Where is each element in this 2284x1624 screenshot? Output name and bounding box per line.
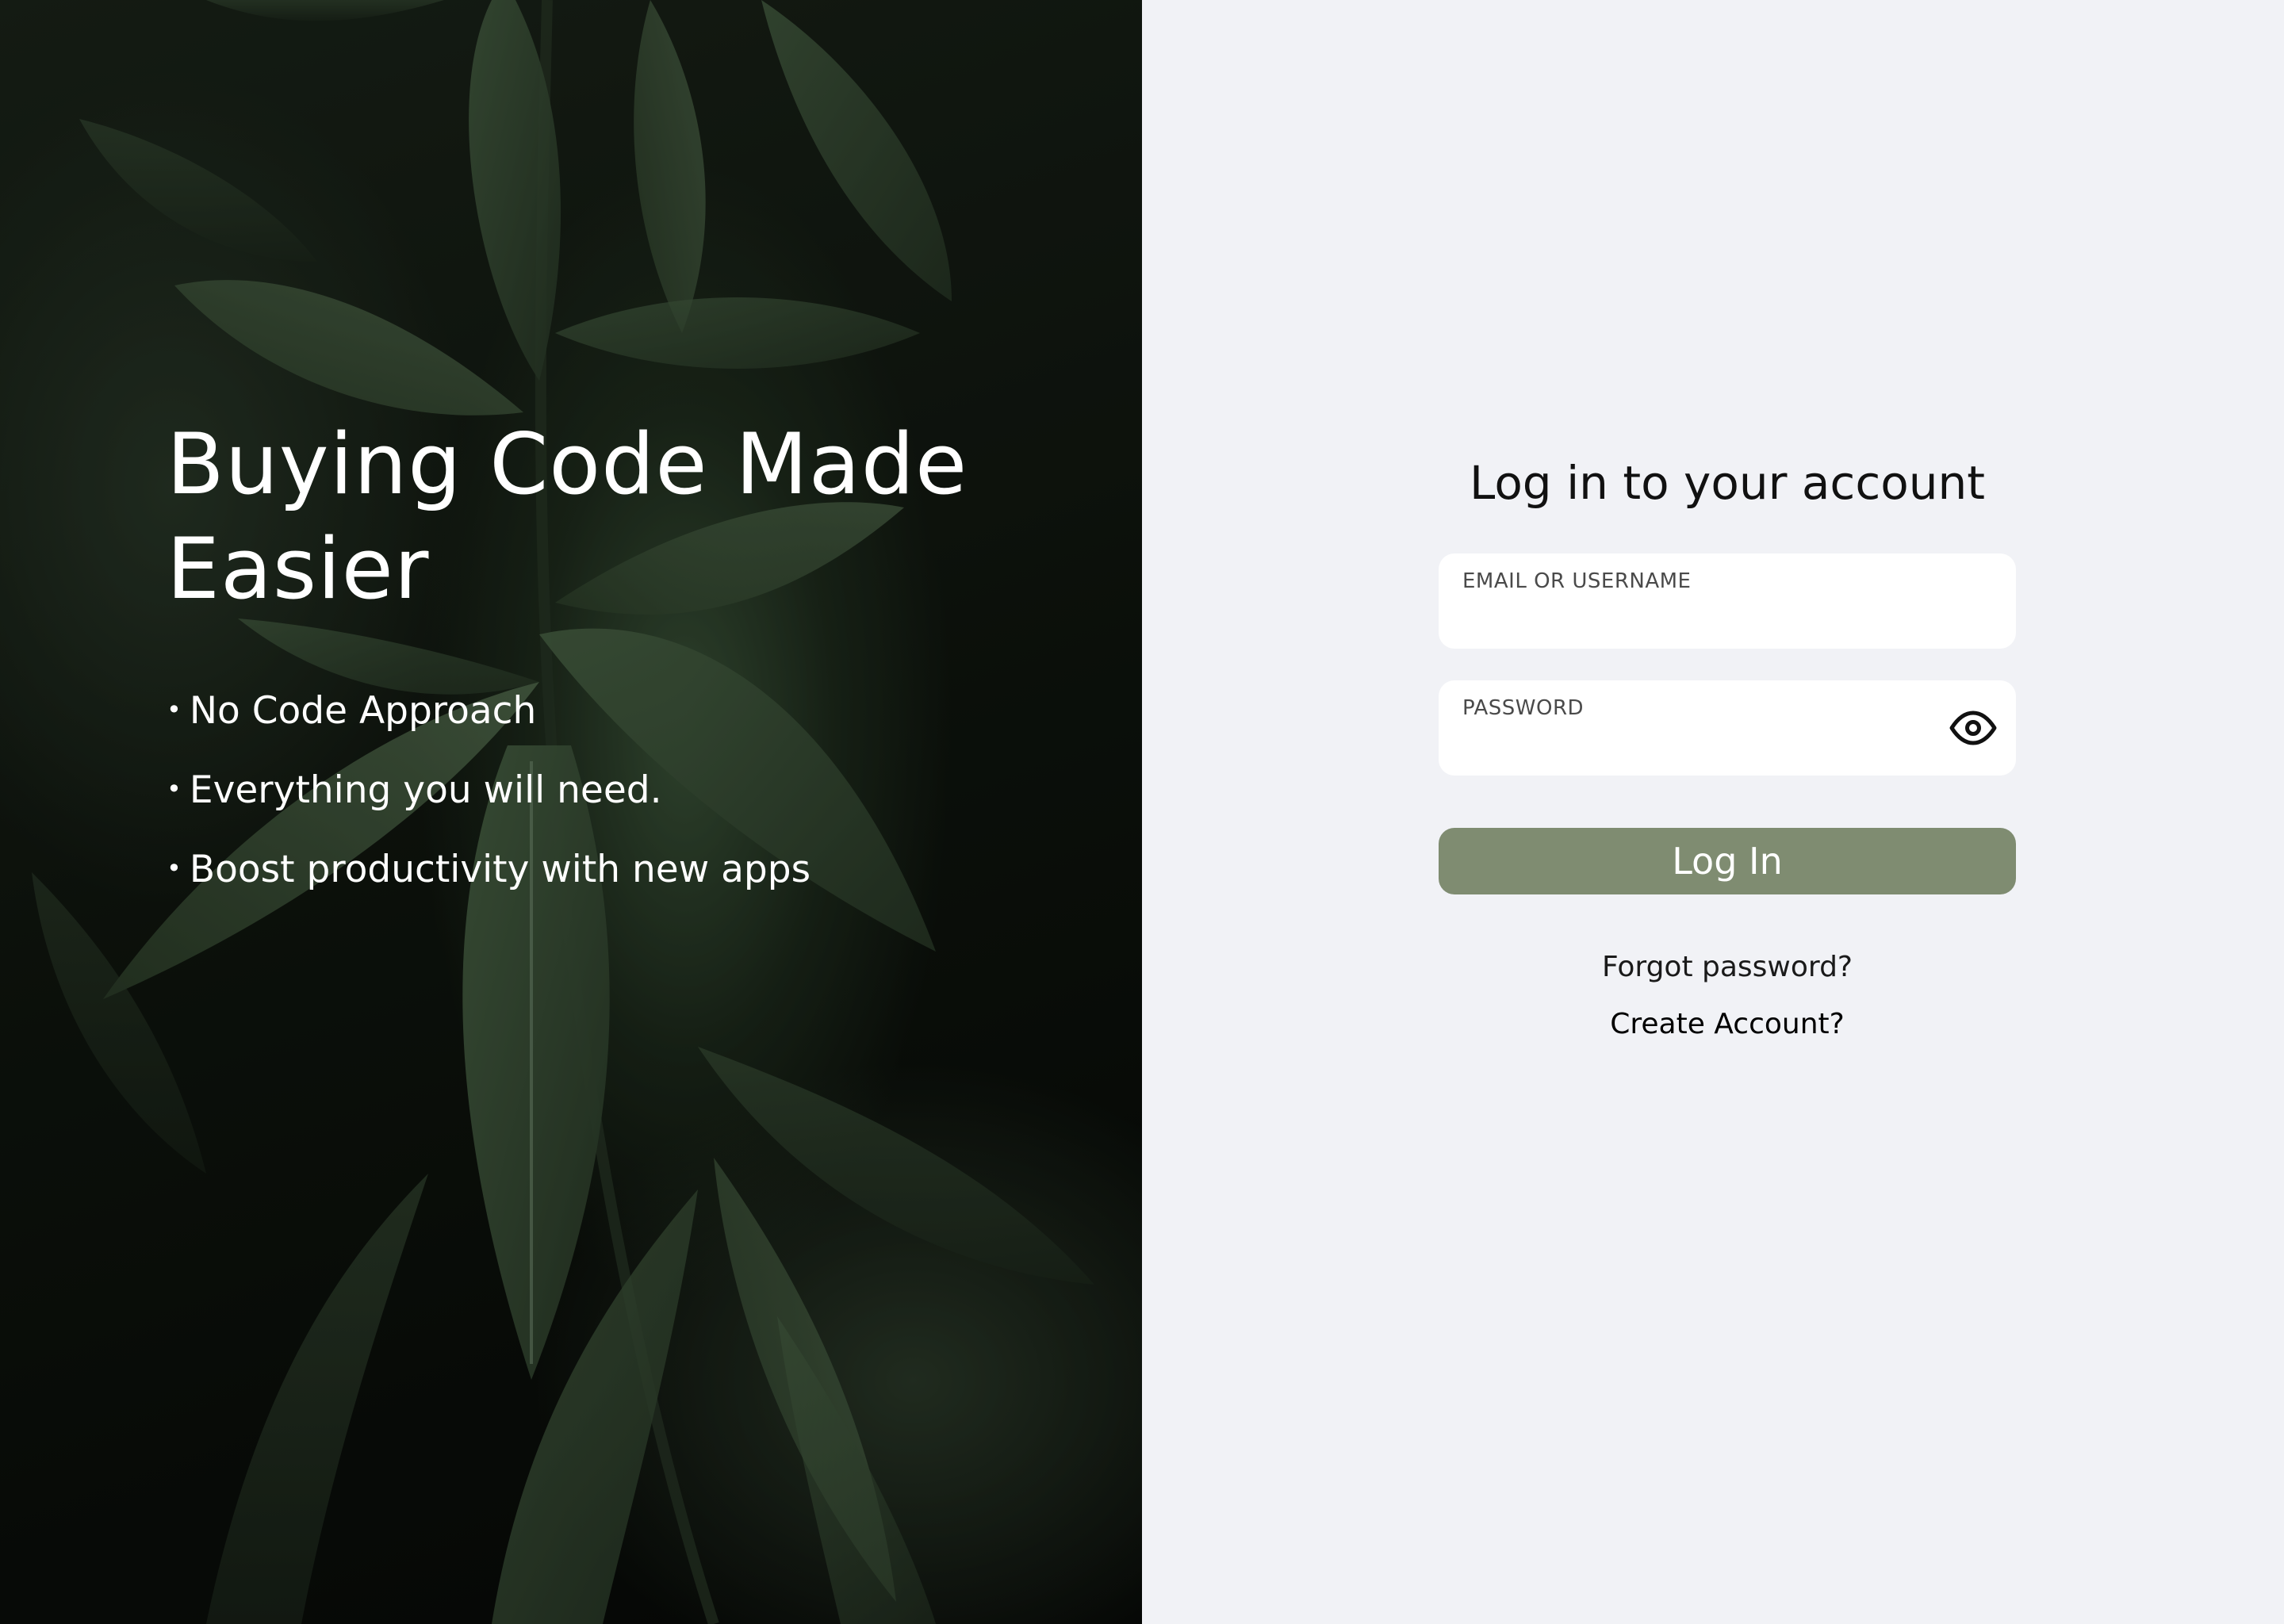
bullet-icon: • — [167, 695, 182, 725]
feature-item: • Boost productivity with new apps — [167, 845, 1007, 893]
create-account-link[interactable]: Create Account? — [1439, 1007, 2016, 1042]
forgot-password-link[interactable]: Forgot password? — [1439, 950, 2016, 985]
login-form: Log in to your account EMAIL OR USERNAME… — [1439, 444, 2016, 1042]
login-button[interactable]: Log In — [1439, 828, 2016, 894]
hero-title-line-1: Buying Code Made — [167, 416, 968, 513]
email-input[interactable] — [1461, 598, 1940, 638]
hero-title-line-2: Easier — [167, 520, 430, 618]
bullet-icon: • — [167, 853, 182, 883]
eye-icon[interactable] — [1948, 704, 1998, 752]
bullet-icon: • — [167, 774, 182, 804]
login-panel: Log in to your account EMAIL OR USERNAME… — [1142, 0, 2284, 1624]
feature-item: • Everything you will need. — [167, 766, 1007, 814]
password-field-label: PASSWORD — [1462, 696, 1585, 720]
auth-links: Forgot password? Create Account? — [1439, 950, 2016, 1042]
login-page: Buying Code Made Easier • No Code Approac… — [0, 0, 2284, 1624]
login-title: Log in to your account — [1470, 456, 1985, 510]
feature-item: • No Code Approach — [167, 687, 1007, 734]
hero-content: Buying Code Made Easier • No Code Approac… — [167, 412, 1007, 925]
email-field[interactable]: EMAIL OR USERNAME — [1439, 553, 2016, 649]
password-field[interactable]: PASSWORD — [1439, 680, 2016, 776]
feature-list: • No Code Approach • Everything you will n… — [167, 687, 1007, 893]
feature-text: Everything you will need. — [189, 768, 662, 812]
feature-text: Boost productivity with new apps — [189, 848, 811, 891]
password-input[interactable] — [1461, 725, 1940, 764]
feature-text: No Code Approach — [189, 689, 537, 733]
hero-panel: Buying Code Made Easier • No Code Approac… — [0, 0, 1142, 1624]
email-field-label: EMAIL OR USERNAME — [1462, 569, 1692, 593]
hero-title: Buying Code Made Easier — [167, 412, 1007, 622]
